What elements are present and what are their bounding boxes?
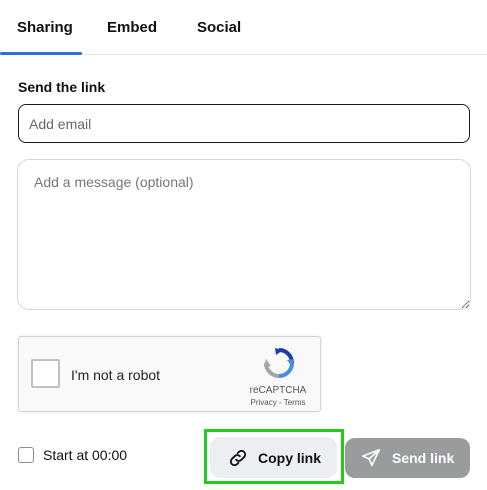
- start-at-label: Start at 00:00: [43, 447, 128, 463]
- tab-sharing[interactable]: Sharing: [17, 19, 73, 36]
- send-link-label: Send link: [392, 450, 455, 466]
- send-link-button[interactable]: Send link: [345, 438, 470, 478]
- recaptcha-privacy-terms[interactable]: Privacy - Terms: [243, 398, 313, 407]
- paper-plane-icon: [361, 448, 381, 467]
- tab-bar: Sharing Embed Social: [0, 0, 487, 55]
- recaptcha-checkbox[interactable]: [31, 359, 60, 388]
- tab-social[interactable]: Social: [197, 19, 241, 36]
- start-at-checkbox[interactable]: [18, 447, 34, 463]
- recaptcha-brand: reCAPTCHA: [249, 385, 307, 396]
- active-tab-indicator: [0, 52, 82, 55]
- recaptcha-label: I'm not a robot: [71, 367, 161, 383]
- copy-link-button[interactable]: Copy link: [210, 437, 337, 478]
- start-at-option[interactable]: Start at 00:00: [18, 447, 127, 463]
- recaptcha-logo-icon: [264, 348, 294, 378]
- copy-link-label: Copy link: [258, 449, 322, 466]
- send-link-heading: Send the link: [18, 79, 106, 95]
- recaptcha-widget: I'm not a robot reCAPTCHA Privacy - Term…: [18, 336, 321, 412]
- link-icon: [229, 449, 247, 466]
- tab-embed[interactable]: Embed: [107, 19, 157, 36]
- message-textarea[interactable]: [17, 159, 471, 310]
- email-input[interactable]: [18, 104, 470, 143]
